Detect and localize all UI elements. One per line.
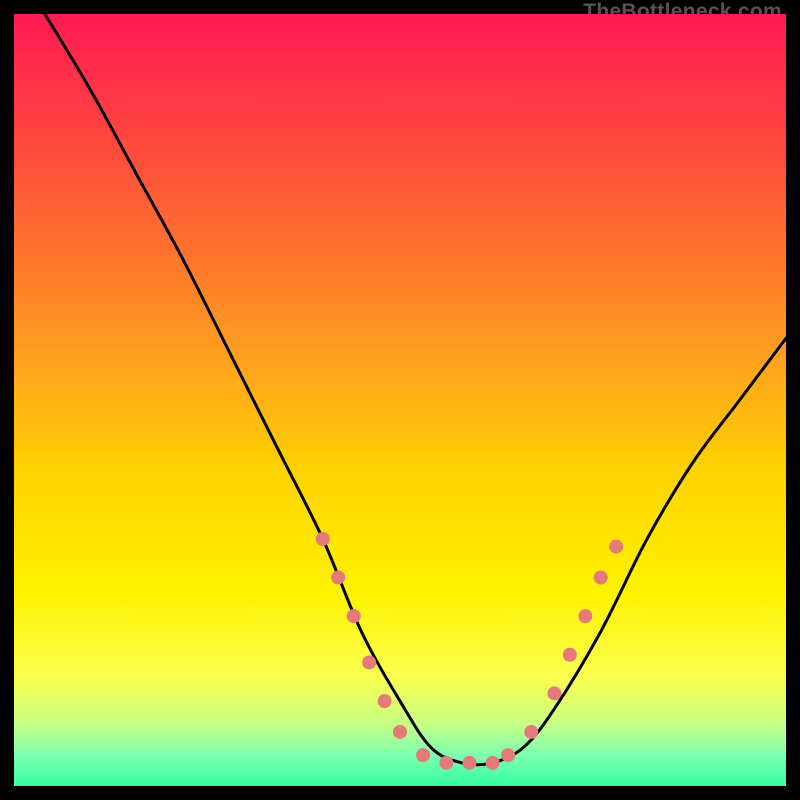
- plot-area: [14, 14, 786, 786]
- highlight-point: [609, 540, 623, 554]
- highlight-point: [501, 748, 515, 762]
- highlight-point: [331, 571, 345, 585]
- highlight-point: [486, 756, 500, 770]
- highlight-point: [578, 609, 592, 623]
- highlight-point: [378, 694, 392, 708]
- highlight-point: [347, 609, 361, 623]
- highlight-point: [416, 748, 430, 762]
- highlight-point: [362, 655, 376, 669]
- outer-frame: TheBottleneck.com: [0, 0, 800, 800]
- highlight-point-group: [316, 532, 623, 770]
- highlight-point: [316, 532, 330, 546]
- highlight-point: [524, 725, 538, 739]
- highlight-point: [594, 571, 608, 585]
- highlight-point: [439, 756, 453, 770]
- highlight-point: [563, 648, 577, 662]
- highlight-point: [393, 725, 407, 739]
- highlight-point: [462, 756, 476, 770]
- highlight-point: [547, 686, 561, 700]
- chart-svg: [14, 14, 786, 786]
- bottleneck-curve: [45, 14, 786, 765]
